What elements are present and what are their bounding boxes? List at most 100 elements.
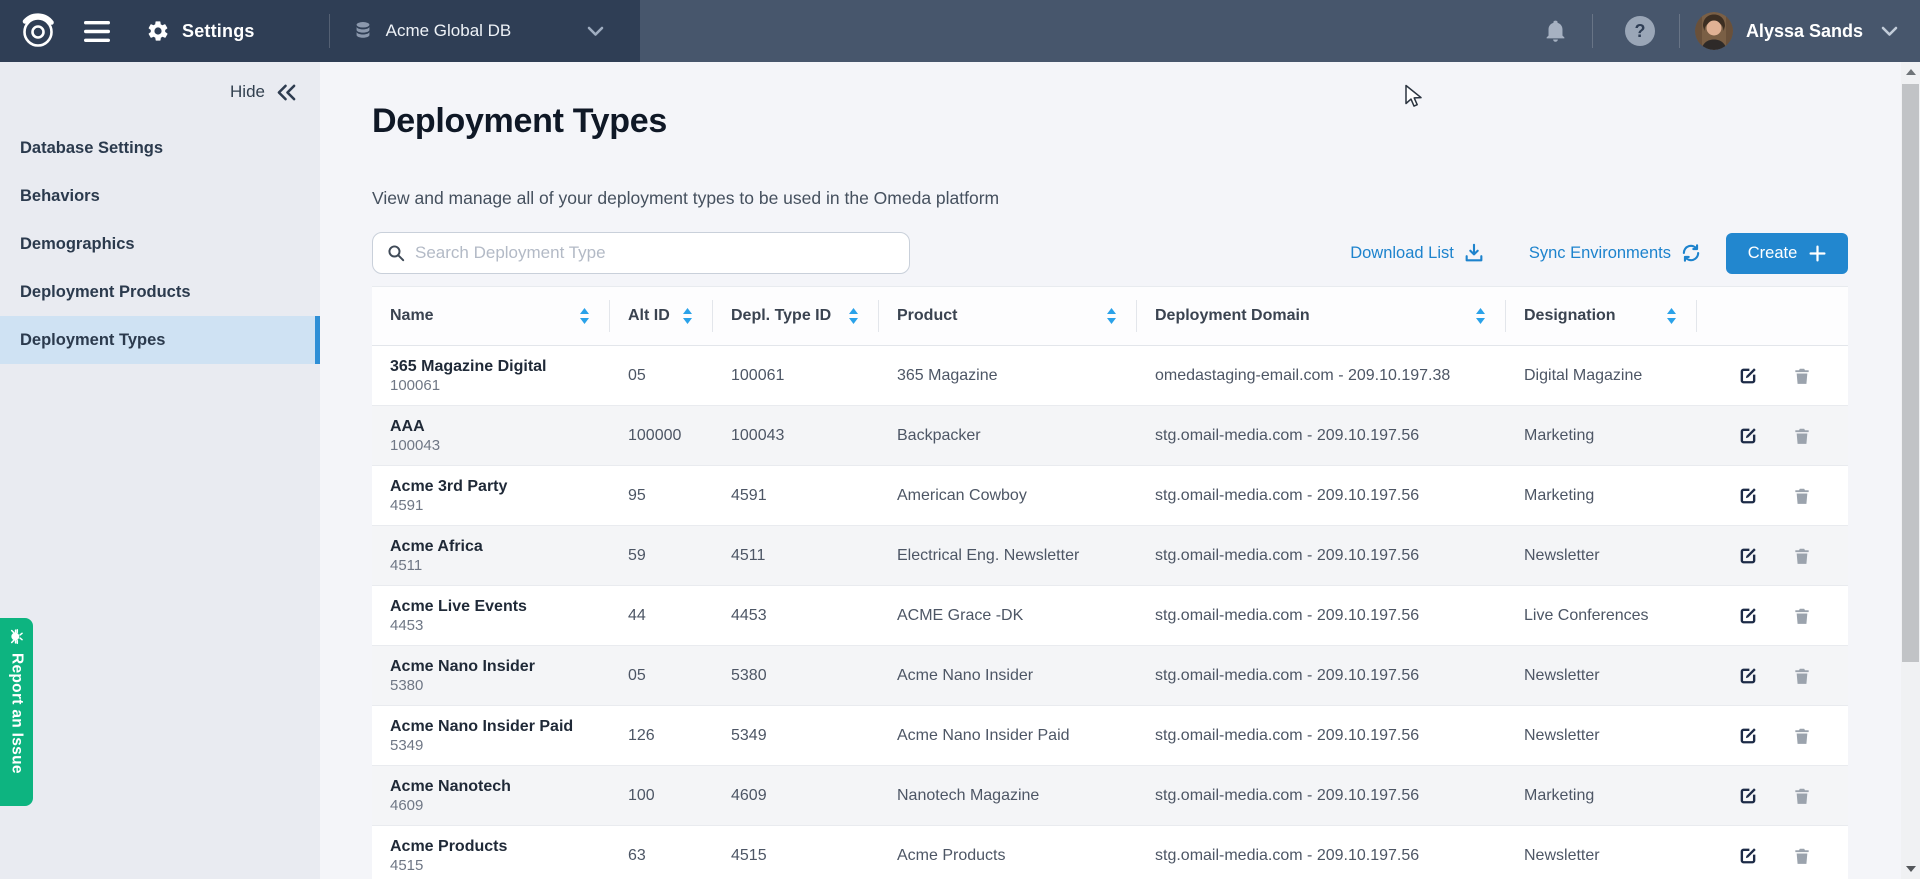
scrollbar-up-arrow[interactable] (1901, 62, 1920, 82)
user-name[interactable]: Alyssa Sands (1746, 21, 1863, 42)
sidebar-item-database-settings[interactable]: Database Settings (0, 124, 320, 172)
sort-icon[interactable] (1666, 307, 1677, 325)
delete-button[interactable] (1792, 846, 1812, 866)
sidebar-item-deployment-products[interactable]: Deployment Products (0, 268, 320, 316)
settings-nav-label[interactable]: Settings (182, 21, 255, 42)
sidebar-item-label: Behaviors (20, 187, 100, 206)
delete-button[interactable] (1792, 786, 1812, 806)
sort-icon[interactable] (848, 307, 859, 325)
cell-deployment-domain: stg.omail-media.com - 209.10.197.56 (1137, 787, 1506, 805)
database-switcher[interactable]: Acme Global DB (330, 20, 605, 42)
edit-button[interactable] (1737, 485, 1759, 507)
edit-button[interactable] (1737, 665, 1759, 687)
column-label: Name (390, 307, 434, 325)
cell-alt-id: 126 (610, 727, 713, 745)
sidebar-item-label: Deployment Types (20, 331, 165, 350)
column-header-product[interactable]: Product (879, 287, 1137, 345)
deployment-type-id: 4453 (390, 616, 610, 635)
cell-depl-type-id: 100061 (713, 367, 879, 385)
search-input[interactable] (415, 243, 895, 263)
menu-hamburger-icon[interactable] (84, 21, 110, 42)
cell-actions (1697, 665, 1848, 687)
edit-button[interactable] (1737, 725, 1759, 747)
delete-button[interactable] (1792, 426, 1812, 446)
sync-environments-label: Sync Environments (1529, 244, 1671, 263)
chevron-down-icon[interactable] (1881, 26, 1898, 37)
column-header-name[interactable]: Name (372, 287, 610, 345)
search-icon (387, 244, 405, 262)
help-icon[interactable]: ? (1625, 16, 1655, 46)
deployment-type-id: 5349 (390, 736, 610, 755)
scrollbar-thumb[interactable] (1902, 84, 1919, 662)
cell-deployment-domain: stg.omail-media.com - 209.10.197.56 (1137, 547, 1506, 565)
delete-button[interactable] (1792, 666, 1812, 686)
edit-button[interactable] (1737, 425, 1759, 447)
delete-button[interactable] (1792, 726, 1812, 746)
sidebar-collapse-button[interactable]: Hide (230, 82, 298, 102)
cell-designation: Newsletter (1506, 667, 1697, 685)
sidebar-item-demographics[interactable]: Demographics (0, 220, 320, 268)
column-header-alt-id[interactable]: Alt ID (610, 287, 713, 345)
cell-designation: Marketing (1506, 487, 1697, 505)
table-row: AAA 100043 100000 100043 Backpacker stg.… (372, 406, 1848, 466)
user-avatar[interactable] (1695, 12, 1733, 50)
sidebar-item-deployment-types[interactable]: Deployment Types (0, 316, 320, 364)
scrollbar-down-arrow[interactable] (1901, 859, 1920, 879)
cell-designation: Newsletter (1506, 847, 1697, 865)
cell-designation: Digital Magazine (1506, 367, 1697, 385)
cell-alt-id: 95 (610, 487, 713, 505)
navbar-divider (1679, 14, 1680, 48)
table-row: Acme Live Events 4453 44 4453 ACME Grace… (372, 586, 1848, 646)
deployment-type-name: AAA (390, 417, 610, 436)
cell-designation: Live Conferences (1506, 607, 1697, 625)
column-header-depl-type-id[interactable]: Depl. Type ID (713, 287, 879, 345)
cell-alt-id: 05 (610, 367, 713, 385)
sync-environments-link[interactable]: Sync Environments (1529, 242, 1702, 264)
deployment-type-name: Acme 3rd Party (390, 477, 610, 496)
cell-name: Acme 3rd Party 4591 (372, 477, 610, 515)
report-an-issue-tab[interactable]: Report an Issue (0, 618, 33, 806)
chevron-down-icon (587, 26, 604, 37)
sort-icon[interactable] (1106, 307, 1117, 325)
cell-actions (1697, 365, 1848, 387)
edit-button[interactable] (1737, 845, 1759, 867)
sort-icon[interactable] (579, 307, 590, 325)
sort-icon[interactable] (1475, 307, 1486, 325)
report-an-issue-label: Report an Issue (8, 653, 26, 774)
download-list-link[interactable]: Download List (1350, 242, 1485, 264)
bug-icon (7, 627, 26, 646)
delete-button[interactable] (1792, 366, 1812, 386)
create-button[interactable]: Create (1726, 233, 1848, 274)
cell-name: 365 Magazine Digital 100061 (372, 357, 610, 395)
cell-deployment-domain: omedastaging-email.com - 209.10.197.38 (1137, 367, 1506, 385)
delete-button[interactable] (1792, 606, 1812, 626)
deployment-type-name: 365 Magazine Digital (390, 357, 610, 376)
cell-product: 365 Magazine (879, 367, 1137, 385)
cell-product: Acme Nano Insider (879, 667, 1137, 685)
edit-button[interactable] (1737, 605, 1759, 627)
cell-depl-type-id: 4453 (713, 607, 879, 625)
deployment-type-id: 100043 (390, 436, 610, 455)
deployment-type-id: 4511 (390, 556, 610, 575)
deployment-type-name: Acme Africa (390, 537, 610, 556)
cell-depl-type-id: 4591 (713, 487, 879, 505)
deployment-type-id: 4609 (390, 796, 610, 815)
column-header-designation[interactable]: Designation (1506, 287, 1697, 345)
plus-icon (1809, 245, 1826, 262)
omeda-logo-icon[interactable] (16, 9, 60, 53)
column-header-deployment-domain[interactable]: Deployment Domain (1137, 287, 1506, 345)
table-row: Acme Nano Insider Paid 5349 126 5349 Acm… (372, 706, 1848, 766)
edit-button[interactable] (1737, 785, 1759, 807)
delete-button[interactable] (1792, 546, 1812, 566)
settings-gear-icon[interactable] (146, 19, 170, 43)
edit-button[interactable] (1737, 545, 1759, 567)
cell-name: Acme Products 4515 (372, 837, 610, 875)
cell-actions (1697, 425, 1848, 447)
notifications-bell-icon[interactable] (1543, 18, 1568, 44)
column-label: Depl. Type ID (731, 307, 831, 325)
vertical-scrollbar[interactable] (1901, 62, 1920, 879)
edit-button[interactable] (1737, 365, 1759, 387)
sidebar-item-behaviors[interactable]: Behaviors (0, 172, 320, 220)
delete-button[interactable] (1792, 486, 1812, 506)
sort-icon[interactable] (682, 307, 693, 325)
